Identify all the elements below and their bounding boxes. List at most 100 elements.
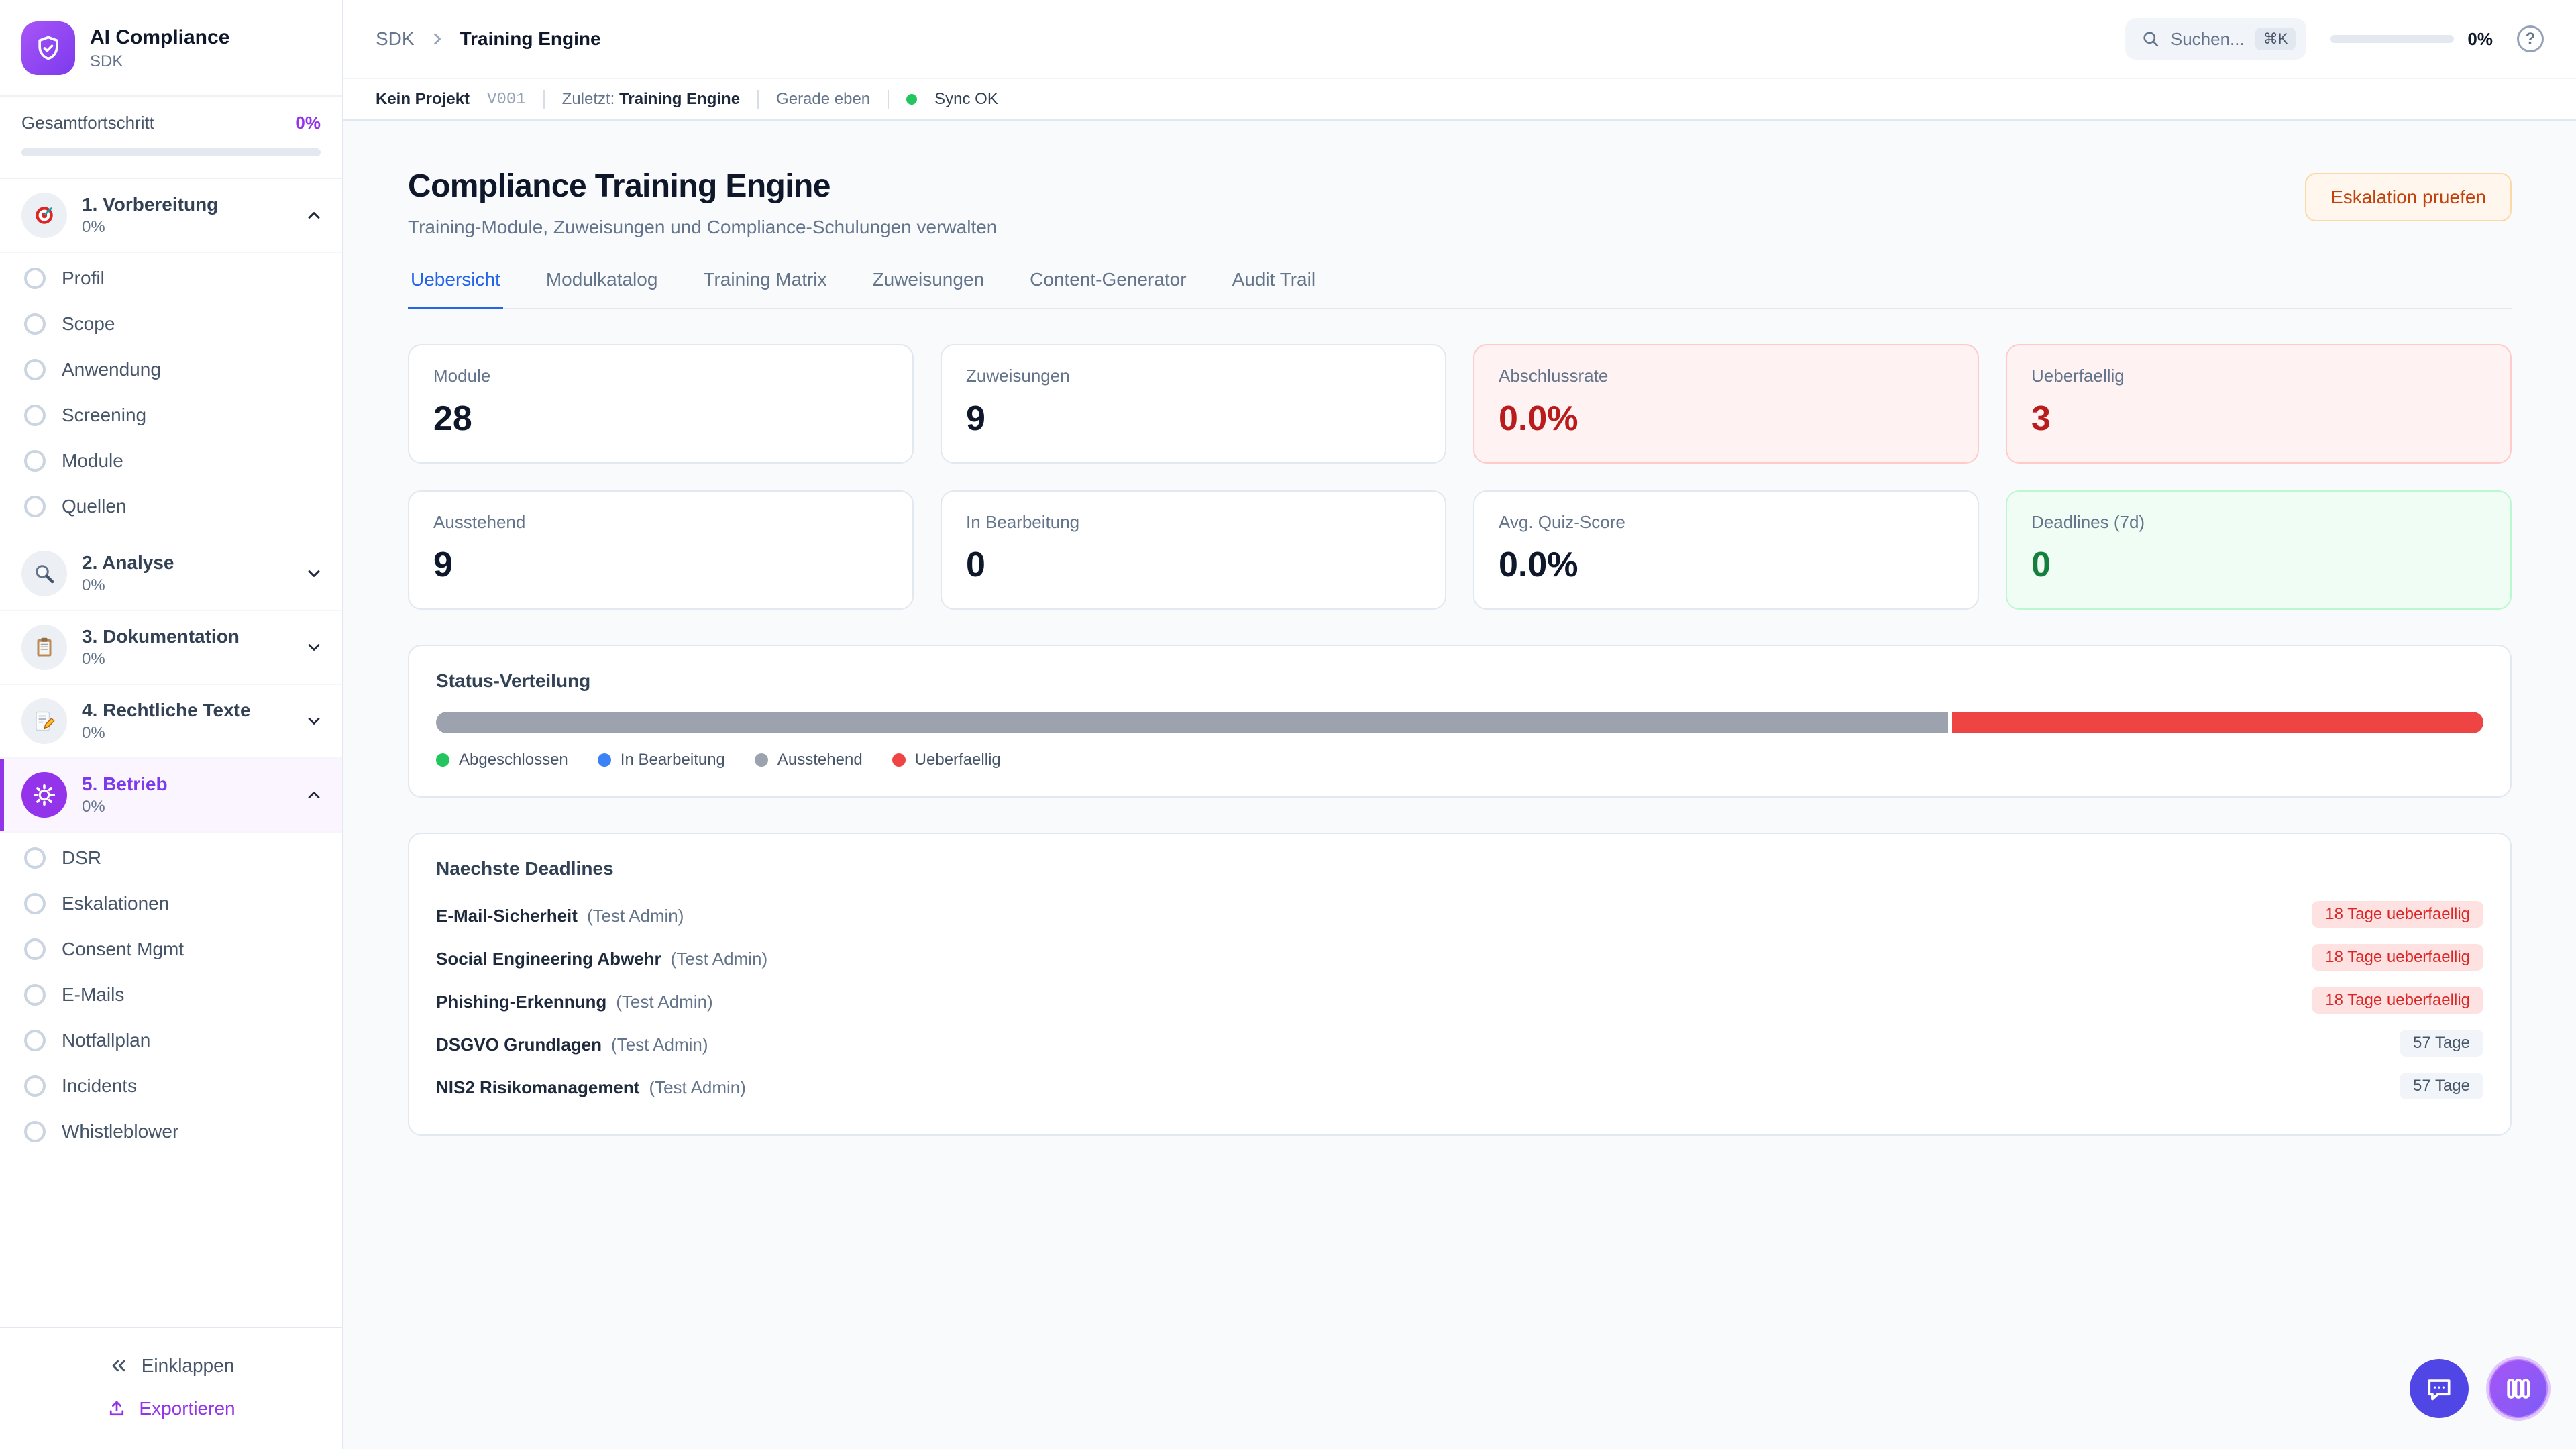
tab-zuweisungen[interactable]: Zuweisungen [870, 266, 987, 309]
tab-modulkatalog[interactable]: Modulkatalog [543, 266, 661, 309]
bar-segment-ausstehend [436, 712, 1948, 733]
status-circle-icon [24, 893, 46, 914]
sidebar-item-label: Profil [62, 268, 105, 289]
search-icon [2141, 30, 2160, 48]
sidebar-item-anwendung[interactable]: Anwendung [0, 347, 342, 392]
sidebar-section-3-dokumentation[interactable]: 3. Dokumentation0% [0, 611, 342, 685]
stat-label: Avg. Quiz-Score [1499, 512, 1953, 533]
sidebar-footer: Einklappen Exportieren [0, 1327, 342, 1449]
tab-training-matrix[interactable]: Training Matrix [700, 266, 829, 309]
status-circle-icon [24, 313, 46, 335]
sidebar-section-2-analyse[interactable]: 2. Analyse 0% [0, 537, 342, 611]
clipboard-icon [21, 625, 67, 670]
stat-card-abschlussrate: Abschlussrate0.0% [1473, 344, 1979, 464]
section-progress: 0% [82, 798, 290, 816]
sidebar-section-1-vorbereitung[interactable]: 1. Vorbereitung0% [0, 179, 342, 253]
sync-status-dot [906, 94, 917, 105]
stat-label: Deadlines (7d) [2031, 512, 2486, 533]
divider [888, 90, 889, 109]
sidebar-item-dsr[interactable]: DSR [0, 835, 342, 881]
search-input[interactable]: Suchen... ⌘K [2125, 18, 2307, 60]
deadline-module-name: DSGVO Grundlagen [436, 1034, 602, 1055]
sidebar-item-e-mails[interactable]: E-Mails [0, 972, 342, 1018]
status-bar: Kein Projekt V001 Zuletzt: Training Engi… [343, 79, 2576, 121]
stat-value: 0.0% [1499, 398, 1953, 439]
stat-card-in-bearbeitung: In Bearbeitung0 [941, 490, 1446, 610]
overall-progress: Gesamtfortschritt 0% [0, 95, 342, 178]
overall-progress-label: Gesamtfortschritt [21, 113, 154, 133]
section-title: 2. Analyse [82, 552, 290, 574]
tab-uebersicht[interactable]: Uebersicht [408, 266, 503, 309]
status-circle-icon [24, 1075, 46, 1097]
stat-label: Module [433, 366, 888, 386]
deadline-row: E-Mail-Sicherheit(Test Admin)18 Tage ueb… [436, 893, 2483, 936]
sidebar-sections: 1. Vorbereitung0% Profil ScopeAnwendungScr… [0, 178, 342, 1327]
status-circle-icon [24, 496, 46, 517]
help-icon[interactable]: ? [2517, 25, 2544, 52]
sidebar-section-5-betrieb[interactable]: 5. Betrieb0% [0, 759, 342, 833]
deadline-badge: 18 Tage ueberfaellig [2312, 901, 2483, 928]
stat-card-module: Module28 [408, 344, 914, 464]
deadlines-title: Naechste Deadlines [436, 858, 2483, 879]
status-circle-icon [24, 268, 46, 289]
deadlines-panel: Naechste Deadlines E-Mail-Sicherheit(Tes… [408, 833, 2512, 1136]
sidebar-item-scope[interactable]: Scope [0, 301, 342, 347]
sidebar-item-screening[interactable]: Screening [0, 392, 342, 438]
header-progress-value: 0% [2467, 29, 2493, 50]
status-circle-icon [24, 984, 46, 1006]
breadcrumb-root[interactable]: SDK [376, 28, 415, 50]
legend-label: Ueberfaellig [915, 751, 1001, 769]
app-window: AI Compliance SDK Gesamtfortschritt 0% 1… [0, 0, 2576, 1449]
check-escalation-button[interactable]: Eskalation pruefen [2305, 173, 2512, 221]
topbar: SDK Training Engine Suchen... ⌘K 0% ? [343, 0, 2576, 79]
sidebar-item-eskalationen[interactable]: Eskalationen [0, 881, 342, 926]
collapse-sidebar-button[interactable]: Einklappen [21, 1344, 321, 1387]
chevron-up-icon [305, 786, 323, 804]
legend-label: Abgeschlossen [459, 751, 568, 769]
sidebar-item-label: Whistleblower [62, 1121, 178, 1142]
sidebar-item-notfallplan[interactable]: Notfallplan [0, 1018, 342, 1063]
page-subtitle: Training-Module, Zuweisungen und Complia… [408, 217, 997, 238]
stat-card-ausstehend: Ausstehend9 [408, 490, 914, 610]
stat-card-deadlines-7d-: Deadlines (7d)0 [2006, 490, 2512, 610]
chat-bubble-icon [2424, 1374, 2454, 1403]
deadline-row: NIS2 Risikomanagement(Test Admin)57 Tage [436, 1065, 2483, 1108]
sidebar-item-consent-mgmt[interactable]: Consent Mgmt [0, 926, 342, 972]
legend-dot-icon [436, 753, 449, 767]
panels-button[interactable] [2486, 1356, 2551, 1421]
header-progress-bar [2330, 35, 2454, 43]
columns-icon [2504, 1374, 2533, 1403]
deadline-badge: 57 Tage [2400, 1073, 2483, 1099]
tab-content-generator[interactable]: Content-Generator [1027, 266, 1189, 309]
floating-buttons [2410, 1356, 2551, 1421]
sidebar-item-incidents[interactable]: Incidents [0, 1063, 342, 1109]
section-progress: 0% [82, 576, 290, 595]
export-button[interactable]: Exportieren [21, 1387, 321, 1430]
status-last-label: Zuletzt: [562, 90, 615, 108]
sidebar-item-label: Quellen [62, 496, 127, 517]
deadline-assignee: (Test Admin) [611, 1034, 708, 1055]
tab-audit-trail[interactable]: Audit Trail [1230, 266, 1319, 309]
chat-button[interactable] [2410, 1359, 2469, 1418]
legend-label: Ausstehend [777, 751, 863, 769]
stat-label: Ueberfaellig [2031, 366, 2486, 386]
chevron-right-icon [428, 30, 447, 48]
sidebar-item-whistleblower[interactable]: Whistleblower [0, 1109, 342, 1155]
legend-dot-icon [755, 753, 768, 767]
sidebar-item-label: Eskalationen [62, 893, 169, 914]
shield-check-icon [21, 21, 75, 75]
stat-label: Zuweisungen [966, 366, 1421, 386]
memo-icon [21, 698, 67, 744]
export-label: Exportieren [139, 1398, 235, 1419]
tab-bar: Uebersicht Modulkatalog Training Matrix Zuw… [408, 266, 2512, 309]
deadline-assignee: (Test Admin) [616, 991, 713, 1012]
divider [757, 90, 759, 109]
sidebar-item-profil[interactable]: Profil [0, 256, 342, 301]
section-progress: 0% [82, 724, 290, 743]
sidebar-section-4-rechtliche-texte[interactable]: 4. Rechtliche Texte0% [0, 685, 342, 759]
sidebar-item-module[interactable]: Module [0, 438, 342, 484]
status-circle-icon [24, 1030, 46, 1051]
status-distribution-title: Status-Verteilung [436, 670, 2483, 692]
status-circle-icon [24, 359, 46, 380]
sidebar-item-quellen[interactable]: Quellen [0, 484, 342, 529]
